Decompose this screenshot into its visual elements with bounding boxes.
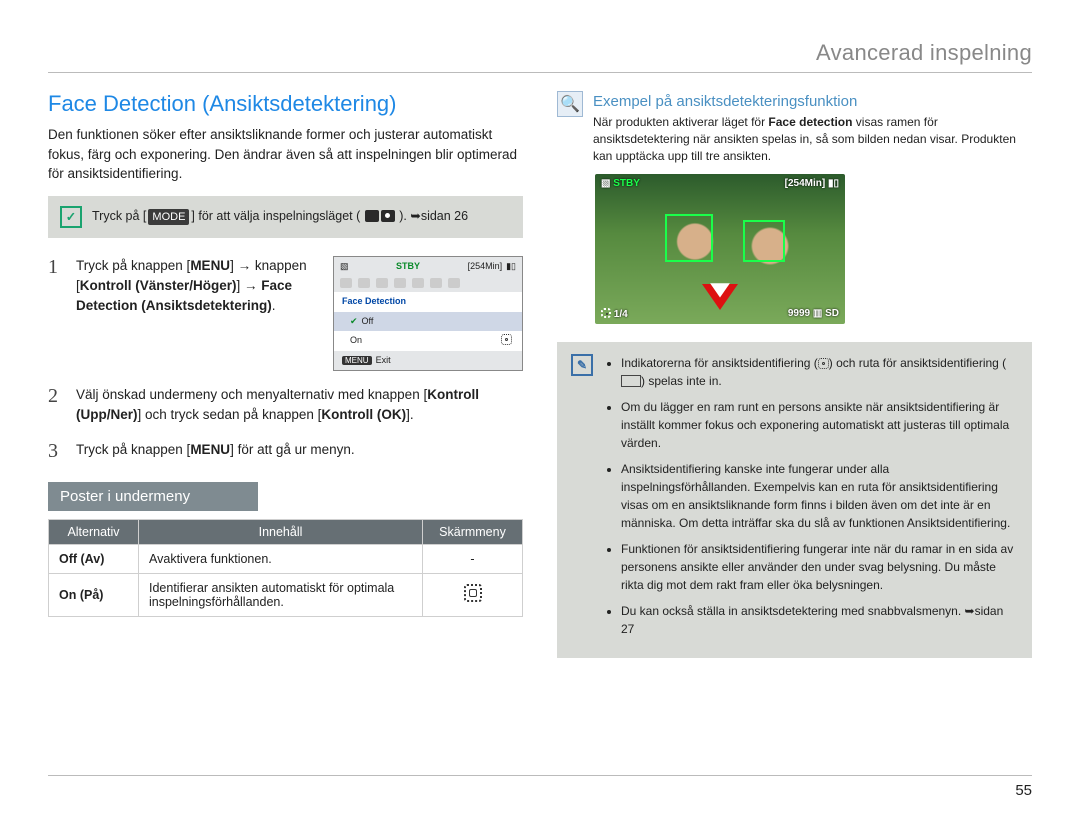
lcd-footer: MENUExit: [334, 351, 522, 371]
lcd-menu-chip: MENU: [342, 356, 372, 365]
sd-icon: ▥: [813, 308, 825, 319]
battery-icon: ▮▯: [828, 178, 839, 189]
options-table: Alternativ Innehåll Skärmmeny Off (Av) A…: [48, 519, 523, 617]
note-block: ✎ Indikatorerna för ansiktsidentifiering…: [557, 342, 1032, 658]
face-icon-cell: [423, 573, 523, 616]
example-title: Exempel på ansiktsdetekteringsfunktion: [593, 93, 1032, 110]
mode-tip: ✓ Tryck på [MODE] för att välja inspelni…: [48, 196, 523, 238]
table-row: Off (Av) Avaktivera funktionen. -: [49, 544, 523, 573]
magnifier-icon: 🔍: [557, 91, 583, 117]
face-icon: [818, 358, 829, 369]
step-1: 1 Tryck på knappen [MENU] → knappen [Kon…: [48, 256, 523, 372]
mode-chip: MODE: [148, 209, 189, 225]
step-body: Tryck på knappen [MENU] för att gå ur me…: [76, 440, 523, 462]
lcd-menu: Face Detection ✔Off On: [334, 292, 522, 351]
lcd-time: [254Min]: [468, 260, 503, 274]
face-icon: [501, 334, 512, 345]
step-number: 2: [48, 385, 64, 426]
lcd-icon-row: [334, 276, 522, 292]
step-2: 2 Välj önskad undermeny och menyalternat…: [48, 385, 523, 426]
section-title: Face Detection (Ansiktsdetektering): [48, 91, 523, 117]
step-number: 1: [48, 256, 64, 372]
lcd-menu-off: ✔Off: [334, 312, 522, 332]
face-icon: [464, 584, 482, 602]
list-item: Om du lägger en ram runt en persons ansi…: [621, 398, 1018, 452]
th-content: Innehåll: [139, 519, 423, 544]
face-rect: [665, 214, 713, 262]
face-rect: [743, 220, 785, 262]
lcd-menu-title: Face Detection: [334, 292, 522, 312]
photo-mode-icon: [381, 210, 395, 222]
th-option: Alternativ: [49, 519, 139, 544]
example-desc: När produkten aktiverar läget för Face d…: [593, 114, 1032, 164]
two-column-layout: Face Detection (Ansiktsdetektering) Den …: [48, 91, 1032, 658]
table-row: On (På) Identifierar ansikten automatisk…: [49, 573, 523, 616]
list-item: Ansiktsidentifiering kanske inte fungera…: [621, 460, 1018, 532]
battery-icon: ▮▯: [506, 260, 516, 274]
lcd-stby: STBY: [396, 260, 420, 274]
photo-osd-top: ▧ STBY [254Min] ▮▯: [601, 178, 839, 189]
list-item: Du kan också ställa in ansiktsdetekterin…: [621, 602, 1018, 638]
step-number: 3: [48, 440, 64, 462]
face-icon: [601, 308, 611, 318]
lcd-preview: ▧ STBY [254Min] ▮▯ Fa: [333, 256, 523, 372]
page: Avancerad inspelning Face Detection (Ans…: [0, 0, 1080, 658]
step-body: Tryck på knappen [MENU] → knappen [Kontr…: [76, 256, 523, 372]
lcd-top-bar: ▧ STBY [254Min] ▮▯: [334, 257, 522, 277]
th-screen: Skärmmeny: [423, 519, 523, 544]
right-column: 🔍 Exempel på ansiktsdetekteringsfunktion…: [557, 91, 1032, 658]
rect-icon: [621, 375, 641, 387]
tip-text: Tryck på [MODE] för att välja inspelning…: [92, 208, 468, 225]
osd-rec-icon: ▧ STBY: [601, 178, 640, 189]
left-column: Face Detection (Ansiktsdetektering) Den …: [48, 91, 523, 658]
chapter-title: Avancerad inspelning: [816, 40, 1032, 65]
steps-list: 1 Tryck på knappen [MENU] → knappen [Kon…: [48, 256, 523, 462]
table-header-row: Alternativ Innehåll Skärmmeny: [49, 519, 523, 544]
pointer-arrow-icon: [702, 284, 738, 310]
step-3: 3 Tryck på knappen [MENU] för att gå ur …: [48, 440, 523, 462]
note-list: Indikatorerna för ansiktsidentifiering (…: [605, 354, 1018, 646]
note-icon: ✎: [571, 354, 593, 376]
intro-text: Den funktionen söker efter ansiktsliknan…: [48, 125, 523, 184]
lcd-rec-icon: ▧: [340, 260, 349, 274]
submenu-banner: Poster i undermeny: [48, 482, 258, 511]
page-number: 55: [48, 775, 1032, 799]
photo-osd-bottom: 1/4 9999 ▥ SD: [601, 308, 839, 320]
lcd-menu-on: On: [334, 331, 522, 351]
step-body: Välj önskad undermeny och menyalternativ…: [76, 385, 523, 426]
video-mode-icon: [365, 210, 379, 222]
example-photo: ▧ STBY [254Min] ▮▯ 1/4 9999 ▥ SD: [595, 174, 845, 324]
chapter-header: Avancerad inspelning: [48, 40, 1032, 73]
check-icon: ✓: [60, 206, 82, 228]
list-item: Indikatorerna för ansiktsidentifiering (…: [621, 354, 1018, 390]
example-header: 🔍 Exempel på ansiktsdetekteringsfunktion…: [557, 91, 1032, 164]
list-item: Funktionen för ansiktsidentifiering fung…: [621, 540, 1018, 594]
